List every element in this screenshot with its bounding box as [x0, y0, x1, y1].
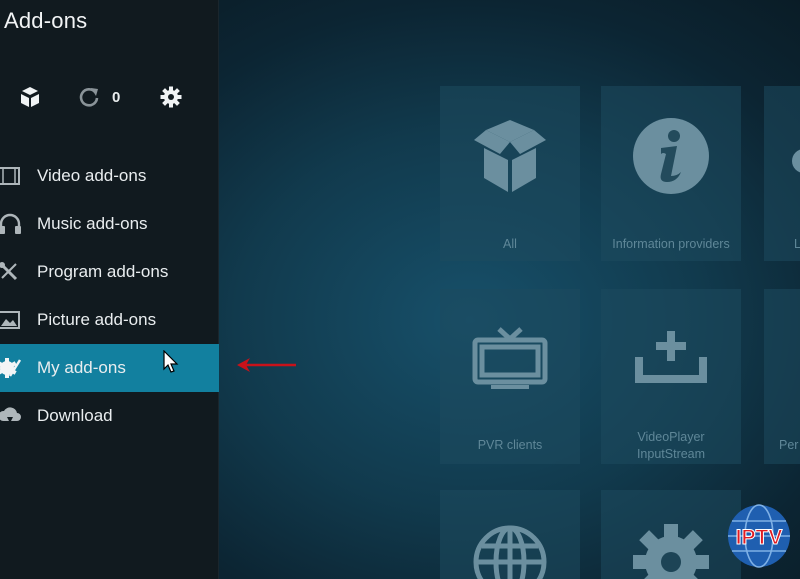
sidebar-menu: Video add-ons Music add-ons Program add-… — [0, 152, 219, 440]
sidebar-item-label: My add-ons — [37, 358, 126, 377]
sidebar-toolbar: 0 — [0, 84, 219, 114]
tv-icon — [440, 325, 580, 391]
tile-globe[interactable] — [440, 490, 580, 579]
film-strip-icon — [0, 167, 20, 185]
tile-label: L — [794, 237, 800, 251]
sidebar-item-my-addons[interactable]: My add-ons — [0, 344, 219, 392]
tile-label: Per — [779, 438, 799, 452]
globe-icon — [440, 522, 580, 579]
sidebar-item-label: Picture add-ons — [37, 310, 157, 329]
partial-icon — [764, 146, 800, 176]
tile-pvr-clients[interactable]: PVR clients — [440, 289, 580, 464]
tray-plus-icon — [601, 327, 741, 387]
puzzle-gear-icon — [0, 358, 22, 378]
refresh-icon — [79, 88, 99, 107]
open-box-icon — [21, 87, 39, 107]
sidebar-item-label: Download — [37, 406, 113, 425]
sidebar-item-picture-addons[interactable]: Picture add-ons — [0, 296, 219, 344]
sidebar-item-download[interactable]: Download — [0, 392, 219, 440]
tile-label: PVR clients — [477, 438, 543, 452]
picture-icon — [0, 311, 20, 329]
addon-browser-button[interactable] — [17, 84, 43, 110]
gear-icon — [601, 520, 741, 579]
iptv-logo: IPTV — [726, 503, 792, 569]
tile-label-line2: InputStream — [636, 447, 706, 461]
tile-information-providers[interactable]: Information providers — [601, 86, 741, 261]
sidebar-item-label: Video add-ons — [37, 166, 147, 185]
open-box-icon — [440, 116, 580, 196]
tile-label: All — [503, 237, 517, 251]
tile-videoplayer-inputstream[interactable]: VideoPlayer InputStream — [601, 289, 741, 464]
headphones-icon — [0, 213, 21, 234]
sidebar-item-music-addons[interactable]: Music add-ons — [0, 200, 219, 248]
tile-partial[interactable]: Per — [764, 289, 800, 464]
info-circle-icon — [601, 116, 741, 196]
sidebar: Add-ons 0 Video add-ons Music add-ons Pr… — [0, 0, 219, 579]
cloud-download-icon — [0, 407, 21, 423]
sidebar-item-label: Music add-ons — [37, 214, 148, 233]
sidebar-item-video-addons[interactable]: Video add-ons — [0, 152, 219, 200]
update-button[interactable] — [76, 84, 102, 110]
page-title: Add-ons — [4, 8, 88, 33]
iptv-logo-text: IPTV — [736, 526, 783, 549]
tools-icon — [0, 262, 18, 281]
tile-label: Information providers — [612, 237, 730, 251]
tile-partial[interactable]: L — [764, 86, 800, 261]
annotation-arrow-icon — [237, 358, 296, 372]
tile-label-line1: VideoPlayer — [637, 430, 705, 444]
settings-button[interactable] — [158, 84, 184, 110]
gear-icon — [160, 86, 182, 108]
tile-settings[interactable] — [601, 490, 741, 579]
update-count: 0 — [112, 89, 121, 106]
sidebar-item-label: Program add-ons — [37, 262, 169, 281]
tile-all[interactable]: All — [440, 86, 580, 261]
mouse-cursor-icon — [163, 350, 179, 373]
sidebar-item-program-addons[interactable]: Program add-ons — [0, 248, 219, 296]
